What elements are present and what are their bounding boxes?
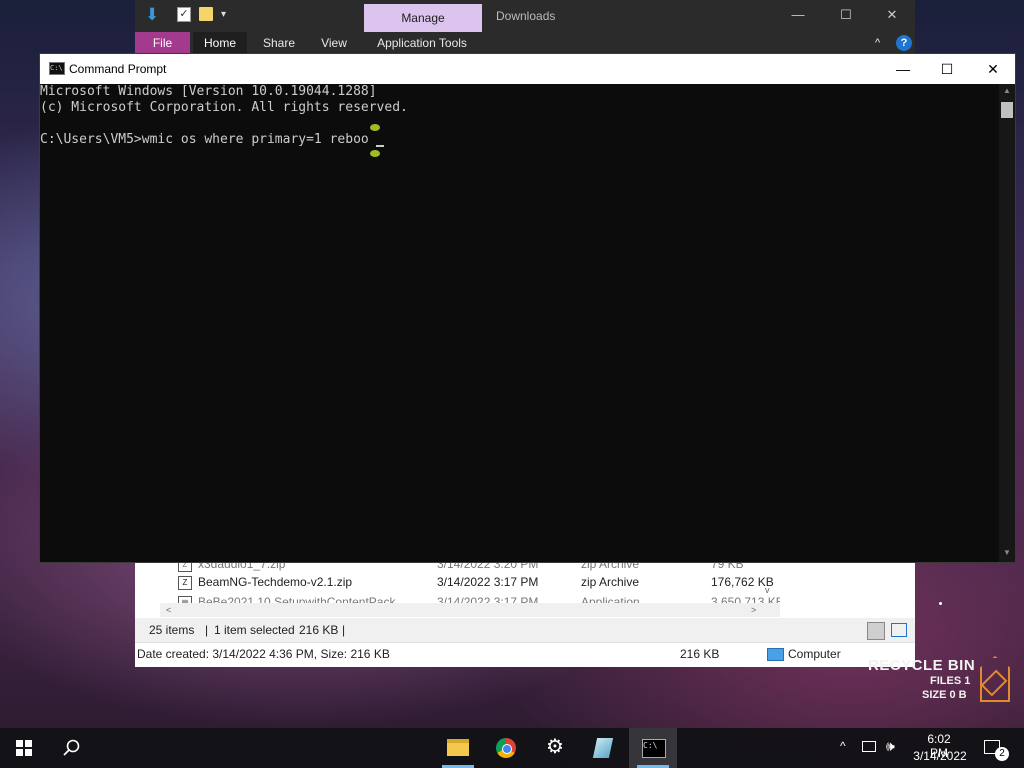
scrollbar-thumb[interactable]: [1001, 102, 1013, 118]
tab-application-tools[interactable]: Application Tools: [367, 32, 477, 54]
gear-icon: ⚙: [546, 736, 564, 758]
status-separator: |: [342, 623, 346, 637]
maximize-button[interactable]: ☐: [924, 54, 970, 84]
console-output[interactable]: Microsoft Windows [Version 10.0.19044.12…: [40, 84, 1000, 562]
selected-size: 216 KB: [299, 623, 339, 637]
cmd-app-icon: C:\: [49, 62, 65, 75]
explorer-maximize-button[interactable]: ☐: [835, 6, 857, 24]
file-type: zip Archive: [581, 575, 640, 589]
details-view-icon[interactable]: [867, 622, 885, 640]
scroll-right-icon[interactable]: >: [751, 603, 756, 617]
clock-date[interactable]: 3/14/2022: [913, 749, 967, 763]
explorer-status-bar: 25 items | 1 item selected 216 KB |: [135, 618, 915, 642]
selection-handle-bottom[interactable]: [370, 150, 380, 157]
console-line: (c) Microsoft Corporation. All rights re…: [40, 100, 408, 115]
scroll-up-icon[interactable]: ▲: [1003, 86, 1011, 95]
collapse-ribbon-icon[interactable]: ^: [875, 32, 880, 54]
taskbar-file-explorer[interactable]: [434, 728, 482, 768]
explorer-ribbon-tabs: File Home Share View Application Tools ^…: [135, 32, 915, 54]
customize-quick-access-icon[interactable]: ▾: [221, 7, 237, 23]
location-text: Computer: [788, 647, 841, 661]
taskbar: ⚙ C:\ ^ 🕪 6:02 PM 3/14/2022 2: [0, 728, 1024, 768]
desktop-dot: [939, 602, 942, 605]
large-icons-view-icon[interactable]: [891, 623, 907, 637]
tab-share[interactable]: Share: [255, 32, 303, 54]
status-separator: |: [205, 623, 209, 637]
console-line: Microsoft Windows [Version 10.0.19044.12…: [40, 84, 377, 99]
text-cursor: [376, 145, 384, 147]
tab-manage[interactable]: Manage: [364, 4, 482, 32]
horizontal-scrollbar[interactable]: < >: [160, 603, 780, 617]
network-icon[interactable]: [862, 741, 876, 752]
recycle-bin-title: RECYCLE BIN: [868, 657, 976, 674]
help-icon[interactable]: ?: [896, 35, 912, 51]
explorer-minimize-button[interactable]: —: [787, 6, 809, 24]
scroll-left-icon[interactable]: <: [166, 603, 171, 617]
file-size-text: 216 KB: [680, 647, 720, 661]
file-row[interactable]: Z BeamNG-Techdemo-v2.1.zip 3/14/2022 3:1…: [160, 572, 780, 592]
volume-icon[interactable]: 🕪: [886, 738, 895, 755]
minimize-button[interactable]: —: [880, 54, 926, 84]
explorer-details-bar: Date created: 3/14/2022 4:36 PM, Size: 2…: [135, 642, 915, 667]
search-icon[interactable]: [62, 738, 82, 758]
notepad-icon: [592, 738, 614, 758]
file-date: 3/14/2022 3:17 PM: [437, 575, 539, 589]
notification-count-badge: 2: [995, 747, 1009, 761]
tab-view[interactable]: View: [313, 32, 355, 54]
recycle-bin-files: FILES 1: [930, 675, 971, 687]
explorer-title-bar: ⬇ ✓ ▾ Manage Downloads — ☐ ✕: [135, 0, 915, 32]
show-hidden-icons-icon[interactable]: ^: [840, 739, 846, 753]
windows-start-icon[interactable]: [16, 740, 32, 756]
scroll-down-icon[interactable]: v: [765, 585, 770, 595]
close-button[interactable]: ✕: [970, 54, 1016, 84]
console-input-line[interactable]: C:\Users\VM5>wmic os where primary=1 reb…: [40, 132, 369, 148]
file-details-text: Date created: 3/14/2022 4:36 PM, Size: 2…: [137, 647, 390, 661]
file-name: BeamNG-Techdemo-v2.1.zip: [198, 575, 353, 589]
taskbar-chrome[interactable]: [482, 728, 530, 768]
zip-file-icon: Z: [178, 576, 192, 590]
cmd-title-bar[interactable]: C:\ Command Prompt — ☐ ✕: [40, 54, 1015, 84]
taskbar-command-prompt[interactable]: C:\: [629, 728, 677, 768]
selected-count: 1 item selected: [214, 623, 295, 637]
chrome-icon-center: [502, 744, 512, 754]
folder-icon: [447, 739, 469, 756]
window-title: Command Prompt: [69, 62, 167, 76]
selection-handle-top[interactable]: [370, 124, 380, 131]
cmd-icon: C:\: [642, 739, 666, 758]
scroll-down-icon[interactable]: ▼: [1003, 548, 1011, 557]
tab-file[interactable]: File: [135, 32, 190, 54]
explorer-window-title: Downloads: [496, 9, 556, 23]
taskbar-notepad[interactable]: [580, 728, 628, 768]
taskbar-settings[interactable]: ⚙: [531, 728, 579, 768]
explorer-close-button[interactable]: ✕: [881, 6, 903, 24]
command-prompt-window: C:\ Command Prompt — ☐ ✕ Microsoft Windo…: [39, 53, 1016, 563]
download-arrow-icon[interactable]: ⬇: [145, 6, 161, 23]
properties-icon[interactable]: ✓: [177, 7, 191, 22]
computer-icon: [767, 648, 784, 661]
cmd-vertical-scrollbar[interactable]: ▲ ▼: [999, 84, 1015, 562]
recycle-bin-size: SIZE 0 B: [922, 689, 967, 701]
item-count: 25 items: [149, 623, 195, 637]
new-folder-icon[interactable]: [199, 7, 213, 21]
tab-home[interactable]: Home: [193, 32, 247, 54]
